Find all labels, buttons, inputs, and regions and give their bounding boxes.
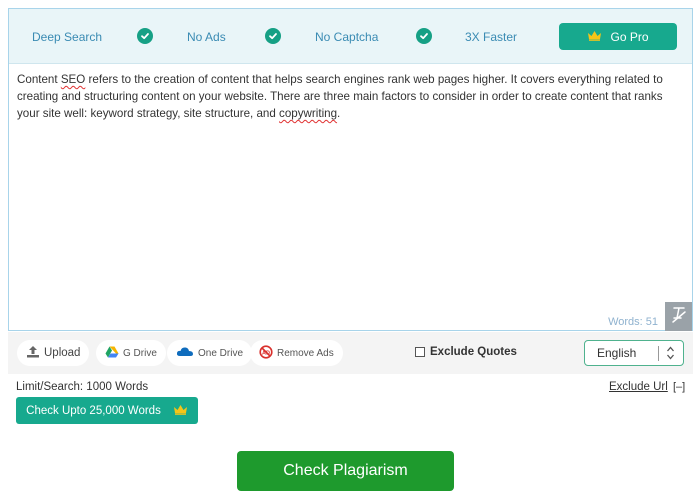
chevron-updown-icon <box>666 345 675 362</box>
language-select[interactable]: English <box>584 340 684 366</box>
editor-card: Deep Search No Ads No Captcha 3X Faster … <box>8 8 693 331</box>
language-selected: English <box>597 346 637 360</box>
crown-icon <box>587 30 602 44</box>
checkbox-box[interactable] <box>415 347 425 357</box>
upload-label: Upload <box>44 347 81 359</box>
check-upto-label: Check Upto 25,000 Words <box>26 404 161 417</box>
text-segment: . <box>337 107 341 120</box>
check-circle-icon <box>416 28 432 44</box>
features-bar: Deep Search No Ads No Captcha 3X Faster … <box>9 9 692 64</box>
word-count: Words: 51 <box>608 316 658 328</box>
onedrive-label: One Drive <box>198 347 244 359</box>
onedrive-button[interactable]: One Drive <box>167 340 253 366</box>
google-drive-label: G Drive <box>123 347 157 359</box>
google-drive-icon <box>105 346 119 361</box>
upload-icon <box>26 345 40 361</box>
upload-button[interactable]: Upload <box>17 340 90 366</box>
check-plagiarism-label: Check Plagiarism <box>283 462 408 479</box>
feature-3x-faster: 3X Faster <box>465 30 518 44</box>
clear-text-button[interactable] <box>665 302 692 331</box>
feature-no-captcha: No Captcha <box>315 30 379 44</box>
check-upto-button[interactable]: Check Upto 25,000 Words <box>16 397 198 424</box>
exclude-url-link[interactable]: Exclude Url <box>609 381 668 393</box>
exclude-quotes-checkbox[interactable]: Exclude Quotes <box>415 346 517 358</box>
exclude-url-toggle[interactable]: [–] <box>673 381 685 393</box>
no-ads-icon: AD <box>259 344 273 362</box>
misspelled-word: SEO <box>60 73 86 86</box>
go-pro-button[interactable]: Go Pro <box>559 23 677 50</box>
check-circle-icon <box>137 28 153 44</box>
go-pro-label: Go Pro <box>610 29 649 44</box>
clear-text-icon <box>670 304 688 329</box>
misspelled-word: copywriting <box>279 107 338 120</box>
remove-ads-button[interactable]: AD Remove Ads <box>250 340 343 366</box>
exclude-quotes-label: Exclude Quotes <box>430 346 517 358</box>
text-input-area[interactable]: Content SEO refers to the creation of co… <box>17 71 687 122</box>
check-plagiarism-button[interactable]: Check Plagiarism <box>237 451 454 491</box>
upload-toolbar: Upload G Drive One Drive AD Remove Ads E… <box>8 332 693 374</box>
onedrive-icon <box>176 346 194 360</box>
check-circle-icon <box>265 28 281 44</box>
feature-deep-search: Deep Search <box>32 30 103 44</box>
feature-no-ads: No Ads <box>187 30 226 44</box>
google-drive-button[interactable]: G Drive <box>96 340 166 366</box>
text-segment: Content <box>17 73 61 86</box>
remove-ads-label: Remove Ads <box>277 347 334 359</box>
select-divider <box>658 346 659 361</box>
limit-search-text: Limit/Search: 1000 Words <box>16 381 149 393</box>
crown-icon <box>173 404 188 418</box>
